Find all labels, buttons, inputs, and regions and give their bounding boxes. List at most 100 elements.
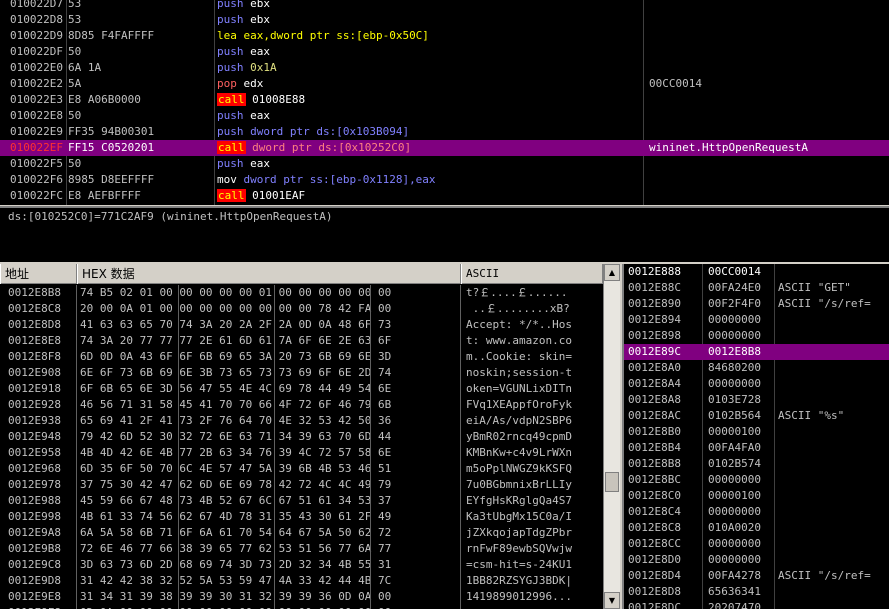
disassembly-pane[interactable]: 010022D7 53 push ebx 010022D8 53 push ebx 0100…	[0, 0, 889, 205]
disasm-row[interactable]: 010022E8 50 push eax	[0, 108, 889, 124]
instruction-mnemonic: mov	[217, 173, 237, 186]
dump-row[interactable]: 0012E9F8 0D 0A 00 00 00 00 00 00 00 00 00…	[0, 605, 600, 609]
dump-header-address[interactable]: 地址	[0, 264, 77, 284]
stack-address: 0012E8B8	[628, 457, 681, 470]
stack-row[interactable]: 0012E894 00000000	[624, 312, 889, 328]
dump-row[interactable]: 0012E8B8 74 B5 02 01 00 00 00 00 00 01 00…	[0, 285, 600, 301]
disasm-row[interactable]: 010022D9 8D85 F4FAFFFF lea eax,dword ptr s…	[0, 28, 889, 44]
stack-row[interactable]: 0012E898 00000000	[624, 328, 889, 344]
stack-address: 0012E888	[628, 265, 681, 278]
hex-dump-pane[interactable]: 地址 HEX 数据 ASCII 0012E8B8 74 B5 02 01 00 0…	[0, 264, 620, 609]
disasm-row[interactable]: 010022D8 53 push ebx	[0, 12, 889, 28]
instruction-operand: edx	[243, 77, 264, 90]
disasm-row[interactable]: 010022E0 6A 1A push 0x1A	[0, 60, 889, 76]
stack-row[interactable]: 0012E8AC 0102B564 ASCII "%s"	[624, 408, 889, 424]
dump-hex-bytes: 65 69 41 2F 41 73 2F 76 64 70 4E 32 53 4…	[80, 414, 392, 427]
stack-row[interactable]: 0012E8A8 0103E728	[624, 392, 889, 408]
dump-row[interactable]: 0012E8C8 20 00 0A 01 00 00 00 00 00 00 00…	[0, 301, 600, 317]
scroll-down-arrow-icon[interactable]: ▼	[604, 592, 620, 609]
stack-comment: ASCII "/s/ref=	[778, 569, 871, 582]
stack-row[interactable]: 0012E8DC 20207470	[624, 600, 889, 609]
stack-row[interactable]: 0012E8D8 65636341	[624, 584, 889, 600]
dump-row[interactable]: 0012E958 4B 4D 42 6E 4B 77 2B 63 34 76 39…	[0, 445, 600, 461]
disasm-row[interactable]: 010022D7 53 push ebx	[0, 0, 889, 12]
disasm-row[interactable]: 010022EF FF15 C0520201 call dword ptr ds:[…	[0, 140, 889, 156]
dump-row[interactable]: 0012E8E8 74 3A 20 77 77 77 2E 61 6D 61 7A…	[0, 333, 600, 349]
stack-row[interactable]: 0012E8C4 00000000	[624, 504, 889, 520]
dump-address: 0012E8E8	[8, 334, 61, 347]
dump-row[interactable]: 0012E918 6F 6B 65 6E 3D 56 47 55 4E 4C 69…	[0, 381, 600, 397]
scrollbar-thumb[interactable]	[605, 472, 619, 492]
dump-ascii: FVq1XEAppfOroFyk	[466, 398, 572, 411]
dump-address: 0012E8B8	[8, 286, 61, 299]
dump-row[interactable]: 0012E938 65 69 41 2F 41 73 2F 76 64 70 4E…	[0, 413, 600, 429]
stack-row[interactable]: 0012E88C 00FA24E0 ASCII "GET"	[624, 280, 889, 296]
instruction-bytes: 6A 1A	[68, 61, 102, 74]
dump-ascii: rnFwF89ewbSQVwjw	[466, 542, 572, 555]
dump-row[interactable]: 0012E978 37 75 30 42 47 62 6D 6E 69 78 42…	[0, 477, 600, 493]
stack-row[interactable]: 0012E8B8 0102B574	[624, 456, 889, 472]
stack-row[interactable]: 0012E890 00F2F4F0 ASCII "/s/ref=	[624, 296, 889, 312]
disasm-row[interactable]: 010022F6 8985 D8EEFFFF mov dword ptr ss:[e…	[0, 172, 889, 188]
dump-address: 0012E998	[8, 510, 61, 523]
dump-row[interactable]: 0012E8F8 6D 0D 0A 43 6F 6F 6B 69 65 3A 20…	[0, 349, 600, 365]
instruction-bytes: 5A	[68, 77, 82, 90]
dump-row[interactable]: 0012E8D8 41 63 63 65 70 74 3A 20 2A 2F 2A…	[0, 317, 600, 333]
dump-hex-bytes: 0D 0A 00 00 00 00 00 00 00 00 00 00 00 0…	[80, 605, 391, 609]
dump-scrollbar[interactable]: ▲ ▼	[603, 264, 620, 609]
instruction-bytes: 53	[68, 13, 82, 26]
dump-row[interactable]: 0012E9D8 31 42 42 38 32 52 5A 53 59 47 4A…	[0, 573, 600, 589]
disasm-row[interactable]: 010022FC E8 AEFBFFFF call 01001EAF	[0, 188, 889, 204]
instruction-text: push dword ptr ds:[0x103B094]	[217, 124, 409, 140]
dump-hex-bytes: 46 56 71 31 58 45 41 70 70 66 4F 72 6F 4…	[80, 398, 392, 411]
stack-row[interactable]: 0012E8D0 00000000	[624, 552, 889, 568]
dump-row[interactable]: 0012E9B8 72 6E 46 77 66 38 39 65 77 62 53…	[0, 541, 600, 557]
stack-address: 0012E8C8	[628, 521, 681, 534]
stack-address: 0012E8AC	[628, 409, 681, 422]
dump-row[interactable]: 0012E9A8 6A 5A 58 6B 71 6F 6A 61 70 54 64…	[0, 525, 600, 541]
dump-row[interactable]: 0012E988 45 59 66 67 48 73 4B 52 67 6C 67…	[0, 493, 600, 509]
instruction-bytes: 53	[68, 0, 82, 10]
dump-row[interactable]: 0012E998 4B 61 33 74 56 62 67 4D 78 31 35…	[0, 509, 600, 525]
instruction-bytes: 50	[68, 109, 82, 122]
dump-row[interactable]: 0012E908 6E 6F 73 6B 69 6E 3B 73 65 73 73…	[0, 365, 600, 381]
stack-row[interactable]: 0012E89C 0012E8B8	[624, 344, 889, 360]
dump-row[interactable]: 0012E9E8 31 34 31 39 38 39 39 30 31 32 39…	[0, 589, 600, 605]
stack-row[interactable]: 0012E888 00CC0014	[624, 264, 889, 280]
dump-address: 0012E908	[8, 366, 61, 379]
dump-row[interactable]: 0012E9C8 3D 63 73 6D 2D 68 69 74 3D 73 2D…	[0, 557, 600, 573]
disasm-row[interactable]: 010022F5 50 push eax	[0, 156, 889, 172]
disasm-row[interactable]: 010022E2 5A pop edx 00CC0014	[0, 76, 889, 92]
instruction-mnemonic: push	[217, 45, 244, 58]
dump-row[interactable]: 0012E948 79 42 6D 52 30 32 72 6E 63 71 34…	[0, 429, 600, 445]
dump-address: 0012E9F8	[8, 605, 61, 609]
dump-row[interactable]: 0012E968 6D 35 6F 50 70 6C 4E 57 47 5A 39…	[0, 461, 600, 477]
dump-header-ascii[interactable]: ASCII	[461, 264, 603, 284]
stack-row[interactable]: 0012E8B4 00FA4FA0	[624, 440, 889, 456]
dump-header-hex[interactable]: HEX 数据	[77, 264, 461, 284]
stack-address: 0012E88C	[628, 281, 681, 294]
disasm-row[interactable]: 010022E3 E8 A06B0000 call 01008E88	[0, 92, 889, 108]
instruction-text: push eax	[217, 156, 270, 172]
stack-value: 00000100	[708, 425, 761, 438]
stack-row[interactable]: 0012E8B0 00000100	[624, 424, 889, 440]
stack-pane[interactable]: 0012E888 00CC0014 0012E88C 00FA24E0 ASCII "G…	[622, 264, 889, 609]
disasm-row[interactable]: 010022E9 FF35 94B00301 push dword ptr ds:[…	[0, 124, 889, 140]
dump-ascii: ..￡........xB?	[466, 302, 570, 315]
instruction-text: push eax	[217, 108, 270, 124]
dump-address: 0012E948	[8, 430, 61, 443]
dump-ascii: EYfgHsKRglgQa4S7	[466, 494, 572, 507]
stack-row[interactable]: 0012E8CC 00000000	[624, 536, 889, 552]
dump-rows: 0012E8B8 74 B5 02 01 00 00 00 00 00 01 00…	[0, 285, 600, 609]
instruction-mnemonic: lea	[217, 29, 237, 42]
dump-row[interactable]: 0012E928 46 56 71 31 58 45 41 70 70 66 4F…	[0, 397, 600, 413]
stack-row[interactable]: 0012E8A0 84680200	[624, 360, 889, 376]
stack-row[interactable]: 0012E8D4 00FA4278 ASCII "/s/ref=	[624, 568, 889, 584]
stack-row[interactable]: 0012E8A4 00000000	[624, 376, 889, 392]
disasm-row[interactable]: 010022DF 50 push eax	[0, 44, 889, 60]
instruction-mnemonic: call	[217, 93, 246, 106]
stack-row[interactable]: 0012E8C0 00000100	[624, 488, 889, 504]
scroll-up-arrow-icon[interactable]: ▲	[604, 264, 620, 281]
stack-row[interactable]: 0012E8BC 00000000	[624, 472, 889, 488]
stack-row[interactable]: 0012E8C8 010A0020	[624, 520, 889, 536]
